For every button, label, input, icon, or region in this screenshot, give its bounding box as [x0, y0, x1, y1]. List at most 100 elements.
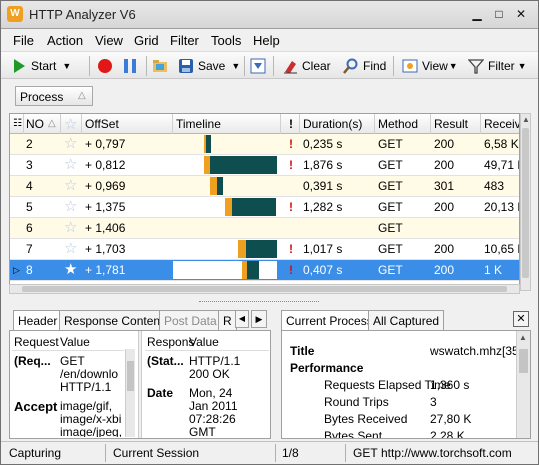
- tab-all-captured[interactable]: All Captured: [368, 310, 445, 330]
- table-row[interactable]: 3 + 0,812 1,876 s GET 200 49,71 K ☆!: [10, 155, 519, 176]
- menu-filter[interactable]: Filter: [170, 33, 199, 48]
- favorite-star-icon[interactable]: ☆: [64, 220, 77, 236]
- tab-scroll-right-icon[interactable]: ▶: [251, 310, 267, 328]
- play-icon: [11, 58, 27, 74]
- table-row[interactable]: 6 + 1,406 GET ☆: [10, 218, 519, 239]
- tab-post-data[interactable]: Post Data: [159, 310, 222, 330]
- cell-received: 20,13 K: [484, 200, 519, 214]
- menu-action[interactable]: Action: [47, 33, 83, 48]
- timeline-wait-bar: [225, 198, 232, 216]
- star-header-icon: ☆: [64, 116, 78, 133]
- menu-grid[interactable]: Grid: [134, 33, 159, 48]
- pause-button[interactable]: [122, 55, 142, 77]
- menu-tools[interactable]: Tools: [211, 33, 241, 48]
- find-button[interactable]: Find: [343, 55, 386, 77]
- group-by-process-button[interactable]: Process △: [15, 86, 93, 106]
- sort-icon: △: [48, 118, 56, 129]
- menu-file[interactable]: File: [13, 33, 34, 48]
- menu-help[interactable]: Help: [253, 33, 280, 48]
- chevron-down-icon[interactable]: ▼: [449, 61, 458, 71]
- timeline-cell: [173, 177, 277, 195]
- headers-splitter[interactable]: [138, 331, 142, 438]
- tab-more[interactable]: R: [218, 310, 237, 330]
- table-row[interactable]: 2 + 0,797 0,235 s GET 200 6,58 K ☆!: [10, 134, 519, 155]
- table-row[interactable]: 7 + 1,703 1,017 s GET 200 10,65 K ☆!: [10, 239, 519, 260]
- cell-received: 10,65 K: [484, 242, 519, 256]
- chevron-down-icon[interactable]: ▼: [62, 61, 71, 71]
- start-label: Start: [31, 59, 57, 73]
- cell-method: GET: [378, 179, 403, 193]
- title-label: Title: [290, 344, 315, 358]
- grid-horizontal-scrollbar[interactable]: [9, 284, 520, 294]
- table-row[interactable]: 5 + 1,375 1,282 s GET 200 20,13 K ☆!: [10, 197, 519, 218]
- scrollbar-thumb[interactable]: [519, 349, 528, 373]
- close-panel-icon[interactable]: ✕: [513, 311, 529, 327]
- timeline-receive-bar: [206, 135, 211, 153]
- view-icon: [402, 58, 418, 74]
- tab-response-content[interactable]: Response Content: [59, 310, 169, 330]
- selected-url: http://www.torchsoft.com: [381, 446, 512, 460]
- minimize-icon[interactable]: ▁: [467, 7, 487, 23]
- process-info-panel: Title wswatch.mhz[352 Performance Reques…: [281, 330, 531, 439]
- menu-view[interactable]: View: [95, 33, 123, 48]
- current-row-indicator-icon: ▷: [13, 265, 20, 275]
- close-icon[interactable]: ✕: [511, 7, 531, 23]
- cell-no: 6: [26, 221, 33, 235]
- record-button[interactable]: [97, 55, 117, 77]
- col-header-duration[interactable]: Duration(s): [303, 117, 362, 131]
- col-header-result[interactable]: Result: [434, 117, 468, 131]
- tab-scroll-left-icon[interactable]: ◀: [235, 310, 249, 328]
- col-header-offset[interactable]: OffSet: [85, 117, 119, 131]
- view-button[interactable]: View ▼: [402, 55, 458, 77]
- table-row[interactable]: ▷ 8 + 1,781 0,407 s GET 200 1 K ★!: [10, 260, 519, 281]
- splitter[interactable]: [9, 295, 531, 309]
- maximize-icon[interactable]: □: [489, 7, 509, 23]
- selection-count: 1/8: [282, 446, 299, 460]
- cell-offset: + 1,375: [85, 200, 126, 214]
- favorite-star-icon[interactable]: ☆: [64, 241, 77, 257]
- splitter-grip[interactable]: [199, 301, 319, 302]
- col-header-method[interactable]: Method: [378, 117, 418, 131]
- open-button[interactable]: [152, 55, 172, 77]
- table-row[interactable]: 4 + 0,969 0,391 s GET 301 483 ☆: [10, 176, 519, 197]
- find-label: Find: [363, 59, 387, 73]
- performance-section: Performance: [290, 361, 364, 375]
- filter-button[interactable]: Filter ▼: [467, 55, 527, 77]
- scrollbar-thumb[interactable]: [127, 361, 134, 391]
- timeline-wait-bar: [210, 177, 217, 195]
- tab-header[interactable]: Header: [13, 310, 63, 330]
- col-header-warning[interactable]: !: [289, 117, 293, 131]
- chevron-down-icon[interactable]: ▼: [231, 61, 240, 71]
- favorite-star-icon[interactable]: ☆: [64, 178, 77, 194]
- scroll-up-icon[interactable]: ▲: [522, 115, 530, 124]
- timeline-cell: [173, 198, 277, 216]
- favorite-star-icon[interactable]: ★: [64, 262, 77, 278]
- col-header-timeline[interactable]: Timeline: [176, 117, 221, 131]
- cell-offset: + 1,703: [85, 242, 126, 256]
- tab-current-process[interactable]: Current Process: [281, 310, 378, 330]
- timeline-receive-bar: [232, 198, 276, 216]
- cell-result: 200: [434, 137, 455, 151]
- autoscroll-button[interactable]: [250, 55, 270, 77]
- scrollbar-thumb[interactable]: [522, 128, 529, 278]
- col-header-received[interactable]: Receiv: [484, 117, 519, 131]
- date-header-value: GMT: [189, 425, 216, 437]
- cell-result: 301: [434, 179, 455, 193]
- chevron-down-icon[interactable]: ▼: [518, 61, 527, 71]
- col-header-no[interactable]: NO: [26, 117, 44, 131]
- scrollbar-thumb[interactable]: [22, 286, 507, 292]
- favorite-star-icon[interactable]: ☆: [64, 199, 77, 215]
- process-info-scrollbar[interactable]: ▲: [516, 331, 530, 438]
- start-button[interactable]: Start ▼: [11, 55, 71, 77]
- save-button[interactable]: Save ▼: [178, 55, 240, 77]
- request-headers-scrollbar[interactable]: [125, 349, 135, 437]
- column-chooser-icon[interactable]: ☷: [13, 118, 22, 129]
- save-label: Save: [198, 59, 226, 73]
- favorite-star-icon[interactable]: ☆: [64, 136, 77, 152]
- request-col-header: Request: [14, 335, 59, 349]
- favorite-star-icon[interactable]: ☆: [64, 157, 77, 173]
- grid-vertical-scrollbar[interactable]: ▲: [520, 113, 531, 291]
- date-header-value: Mon, 24: [189, 386, 233, 400]
- clear-button[interactable]: Clear: [282, 55, 331, 77]
- scroll-up-icon[interactable]: ▲: [519, 333, 527, 342]
